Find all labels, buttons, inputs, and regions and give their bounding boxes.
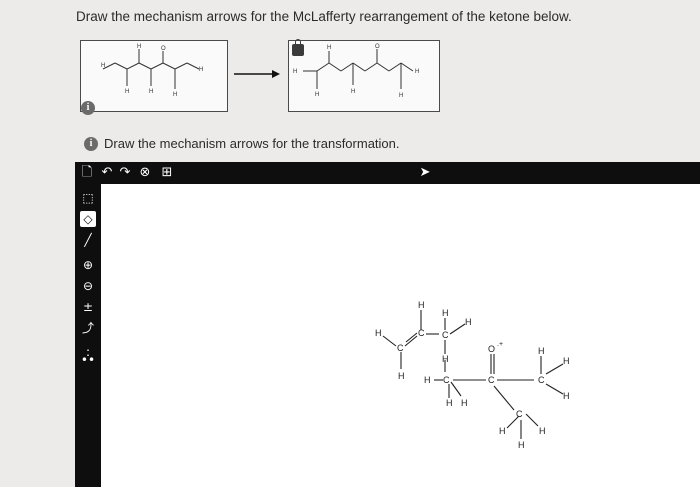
info-icon[interactable]: i	[81, 101, 95, 115]
atom-label-h: H	[418, 300, 425, 310]
atom-label-h: H	[375, 328, 382, 338]
lone-pair-add-icon[interactable]: ±	[80, 299, 96, 315]
atom-label-h: H	[563, 391, 570, 401]
curved-arrow-icon[interactable]: ⤴	[80, 320, 96, 336]
atom-label-h: H	[465, 317, 472, 327]
atom-label-c: C	[443, 375, 450, 385]
step-info-icon[interactable]: i	[84, 137, 98, 151]
select-lasso-icon[interactable]: ⬚	[80, 190, 96, 206]
eraser-icon[interactable]: ◇	[80, 211, 96, 227]
svg-text:H: H	[173, 92, 177, 98]
reactant-structure-mini: H H O H H H H	[101, 44, 203, 98]
atom-label-c: C	[418, 328, 425, 338]
reactant-thumbnail: H H O H H H H	[80, 40, 228, 112]
radical-cation-label: .+	[497, 341, 503, 348]
svg-text:O: O	[161, 46, 166, 52]
atom-label-h: H	[538, 346, 545, 356]
negative-charge-icon[interactable]: ⊖	[80, 278, 96, 294]
undo-icon[interactable]: ↶	[99, 165, 115, 181]
svg-text:H: H	[125, 89, 129, 95]
svg-text:H: H	[199, 67, 203, 73]
svg-text:H: H	[327, 45, 331, 51]
lone-pair-icon[interactable]: ••	[80, 352, 96, 368]
molecule-structure: H C H H C C H H H H C H H O .+ C C H H H…	[375, 300, 570, 450]
svg-text:H: H	[415, 69, 419, 75]
atom-label-h: H	[446, 398, 453, 408]
atom-label-c: C	[488, 375, 495, 385]
periodic-table-icon[interactable]: ⊞	[159, 165, 175, 181]
new-document-icon[interactable]: 🗋	[79, 165, 95, 181]
atom-label-h: H	[398, 371, 405, 381]
atom-label-h: H	[539, 426, 546, 436]
svg-text:H: H	[399, 93, 403, 99]
atom-label-h: H	[499, 426, 506, 436]
svg-text:H: H	[351, 89, 355, 95]
pointer-cursor-icon: ➤	[419, 165, 431, 180]
atom-label-h: H	[563, 356, 570, 366]
svg-text:O: O	[375, 44, 380, 50]
zoom-reset-icon[interactable]: ⊗	[137, 165, 153, 181]
drawing-toolbar: 🗋 ↶ ↷ ⊗ ⊞ ➤	[75, 162, 700, 184]
drawing-canvas[interactable]: H C H H C C H H H H C H H O .+ C C H H H…	[101, 184, 700, 487]
svg-text:H: H	[149, 89, 153, 95]
product-thumbnail: H H O H H H H	[288, 40, 440, 112]
reaction-arrow-icon	[234, 70, 280, 78]
atom-label-c: C	[442, 330, 449, 340]
svg-text:H: H	[293, 69, 297, 75]
svg-text:H: H	[101, 63, 105, 69]
atom-label-h: H	[424, 375, 431, 385]
svg-text:H: H	[315, 92, 319, 98]
tool-sidebar: ⬚ ◇ ╱ ⊕ ⊖ ± ⤴ : ••	[75, 184, 101, 487]
single-bond-icon[interactable]: ╱	[80, 232, 96, 248]
atom-label-c: C	[397, 343, 404, 353]
lock-icon	[292, 39, 304, 56]
redo-icon[interactable]: ↷	[117, 165, 133, 181]
step-instruction: Draw the mechanism arrows for the transf…	[104, 136, 400, 151]
positive-charge-icon[interactable]: ⊕	[80, 257, 96, 273]
atom-label-c: C	[538, 375, 545, 385]
product-structure-mini: H H O H H H H	[293, 44, 419, 99]
atom-label-h: H	[442, 308, 449, 318]
atom-label-h: H	[461, 398, 468, 408]
atom-label-h: H	[518, 440, 525, 450]
atom-label-o: O	[488, 344, 495, 354]
question-title: Draw the mechanism arrows for the McLaff…	[76, 9, 572, 24]
atom-label-h: H	[442, 354, 449, 364]
svg-text:H: H	[137, 44, 141, 50]
atom-label-c: C	[516, 409, 523, 419]
